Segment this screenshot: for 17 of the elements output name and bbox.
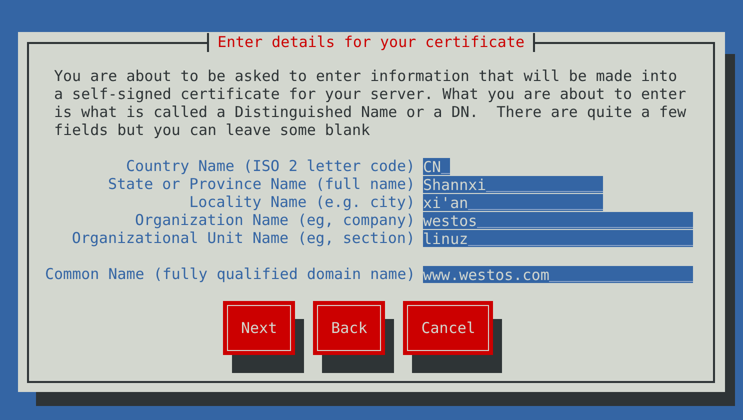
dialog-title: Enter details for your certificate: [207, 33, 535, 52]
input-field[interactable]: westos: [423, 212, 693, 228]
input-field[interactable]: www.westos.com: [423, 266, 693, 282]
field-label: Country Name (ISO 2 letter code): [125, 157, 415, 175]
dialog-button[interactable]: Back: [313, 301, 386, 355]
dialog-button[interactable]: Next: [223, 301, 296, 355]
input-field[interactable]: Shannxi: [423, 176, 603, 192]
input-field[interactable]: CN: [423, 158, 450, 174]
field-label: Organization Name (eg, company): [134, 211, 415, 229]
input-field[interactable]: xi'an: [423, 194, 603, 210]
field-label: Locality Name (e.g. city): [188, 193, 415, 211]
dialog-button[interactable]: Cancel: [403, 301, 494, 355]
field-label: State or Province Name (full name): [106, 175, 415, 193]
field-label: Common Name (fully qualified domain name): [45, 265, 415, 283]
input-field[interactable]: linuz: [423, 230, 693, 246]
field-label: Organizational Unit Name (eg, section): [70, 229, 415, 247]
dialog-message: You are about to be asked to enter information that will be made into a self-signed certificate for your server. What you are about to enter is what is called a Distinguished Name or a DN. There are quite a few fields but you can leave some blank: [54, 67, 688, 139]
